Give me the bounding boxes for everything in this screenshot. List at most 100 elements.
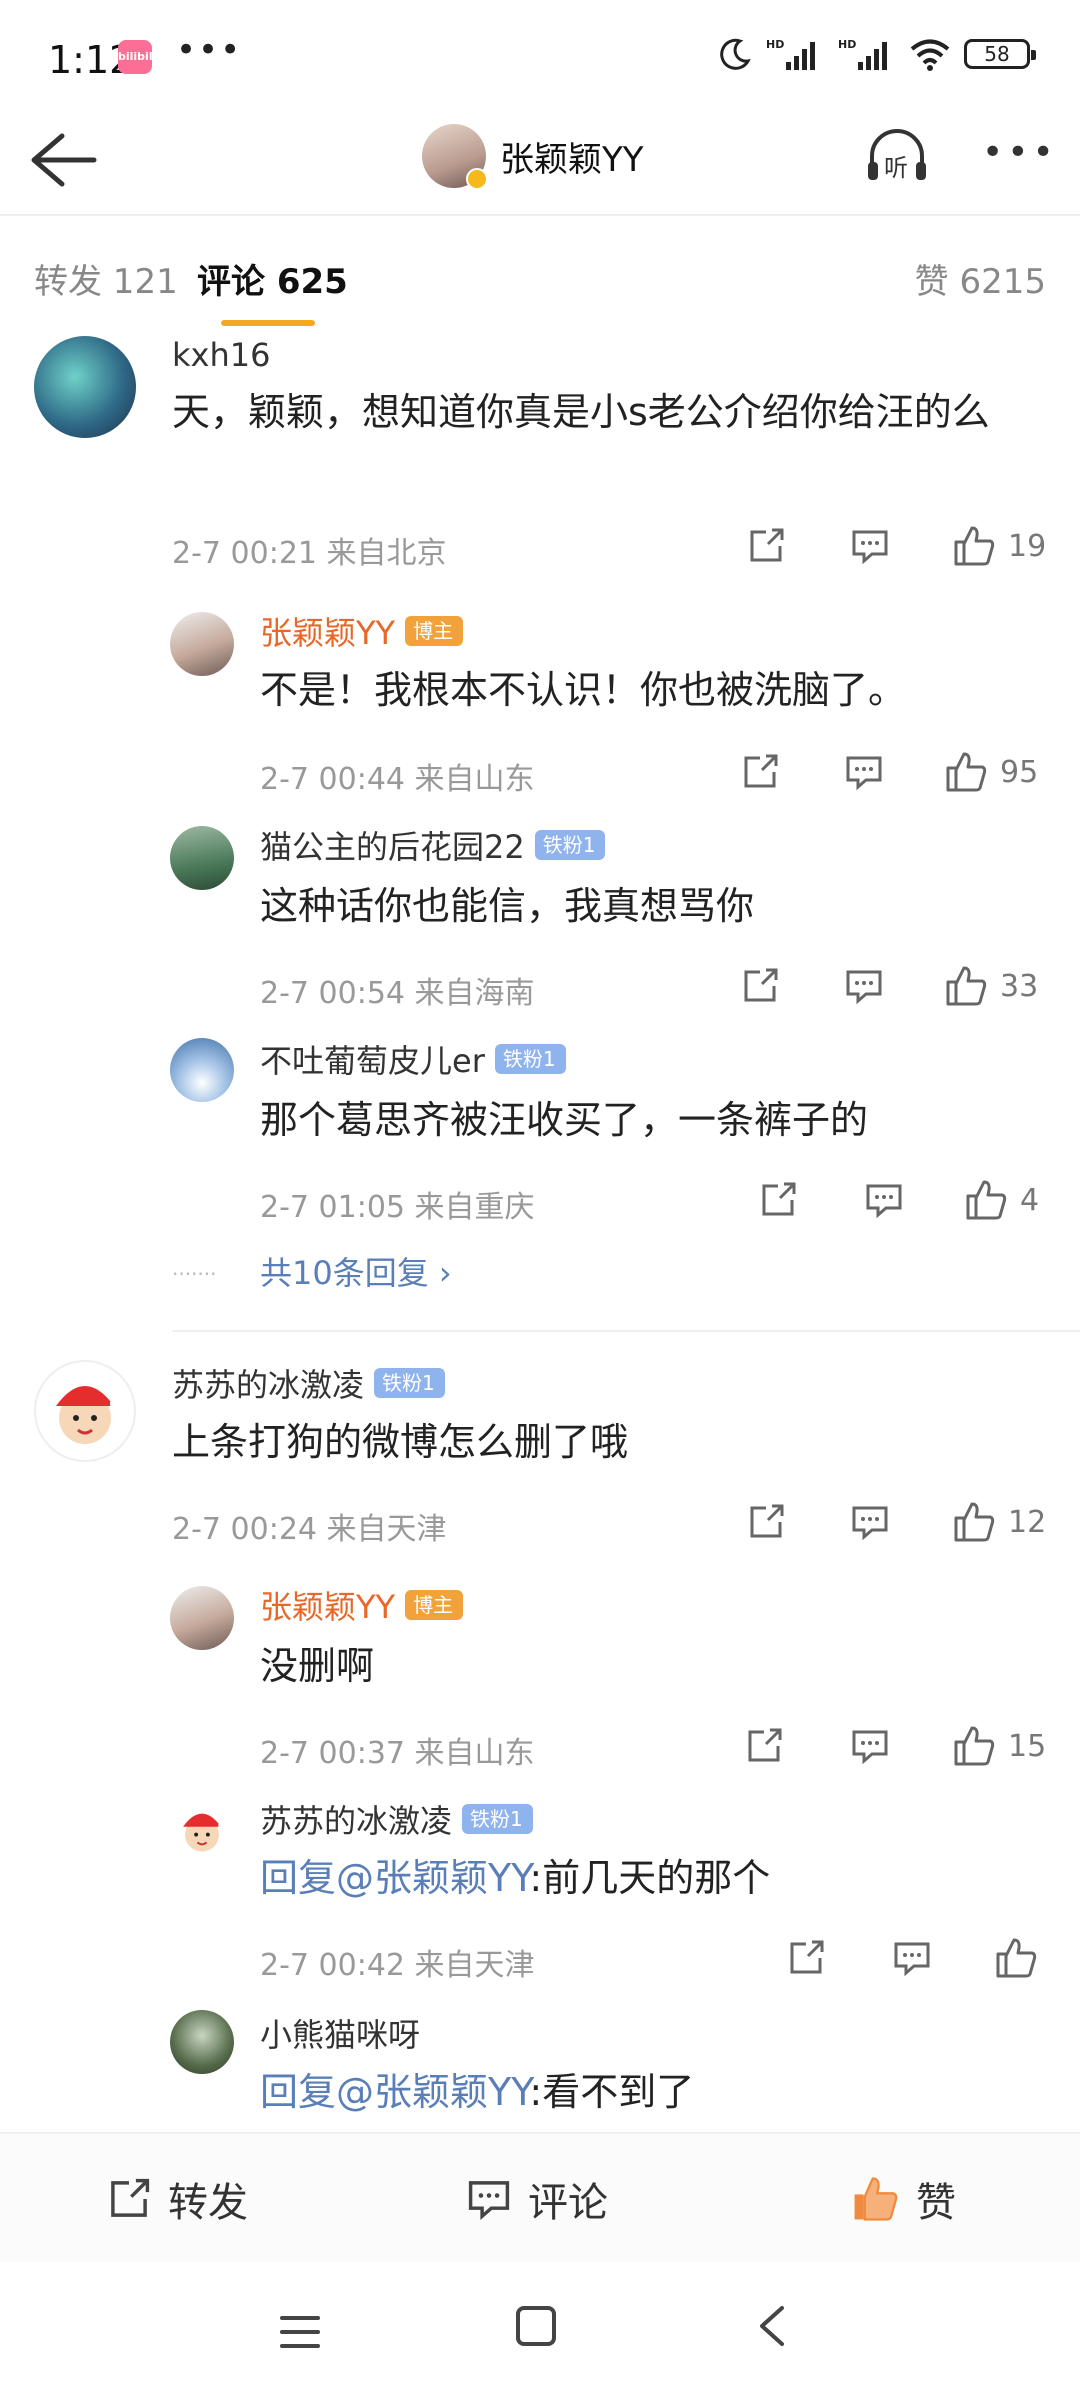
- listen-label: 听: [884, 154, 908, 182]
- mention-link[interactable]: 回复@张颖颖YY: [260, 2070, 529, 2114]
- avatar[interactable]: [170, 826, 234, 890]
- reply-button[interactable]: [850, 1726, 890, 1766]
- comment-icon: [852, 530, 888, 565]
- share-icon: [790, 1940, 824, 1974]
- reply-button[interactable]: [892, 1938, 932, 1978]
- svg-text:HD: HD: [838, 38, 856, 51]
- reply-button[interactable]: [844, 752, 884, 792]
- active-tab-indicator: [221, 320, 315, 326]
- thumbs-up-icon: [966, 1180, 1007, 1220]
- share-button[interactable]: [786, 1938, 826, 1978]
- back-arrow-icon[interactable]: [22, 128, 102, 192]
- reply-button[interactable]: [850, 1502, 890, 1542]
- fan-badge: 铁粉1: [494, 1044, 566, 1074]
- reply-button[interactable]: [864, 1180, 904, 1220]
- fan-badge: 铁粉1: [534, 830, 606, 860]
- repost-label: 转发: [168, 2180, 248, 2226]
- system-nav-bar: [0, 2262, 1080, 2400]
- reply-text: 回复@张颖颖YY:前几天的那个: [260, 1856, 771, 1900]
- like-button[interactable]: 95: [944, 750, 1038, 794]
- reply-text: 没删啊: [260, 1644, 375, 1688]
- like-count: 33: [1000, 968, 1039, 1004]
- share-button[interactable]: [746, 526, 786, 566]
- reply-username[interactable]: 不吐葡萄皮儿er 铁粉1: [260, 1036, 566, 1082]
- moon-icon: [720, 38, 751, 70]
- bottom-action-bar: 转发 评论 赞: [0, 2132, 1080, 2262]
- reply-text: 那个葛思齐被汪收买了，一条裤子的: [260, 1098, 869, 1142]
- like-count: 95: [1000, 754, 1039, 790]
- reply-text: 这种话你也能信，我真想骂你: [260, 884, 755, 928]
- share-icon: [111, 2178, 150, 2217]
- share-button[interactable]: [740, 752, 780, 792]
- reply-username[interactable]: 张颖颖YY 博主: [260, 1582, 464, 1628]
- notification-dots: •••: [176, 30, 243, 70]
- avatar[interactable]: [34, 336, 136, 438]
- share-icon: [748, 1728, 782, 1762]
- author-name: 张颖颖YY: [500, 139, 644, 180]
- avatar[interactable]: [170, 1038, 234, 1102]
- reply-username[interactable]: 小熊猫咪呀: [260, 2010, 420, 2056]
- reply-button[interactable]: [844, 966, 884, 1006]
- thumbs-up-icon: [954, 1726, 995, 1766]
- like-count: 15: [1008, 1728, 1047, 1764]
- avatar[interactable]: [170, 612, 234, 676]
- comment-icon: [846, 756, 882, 791]
- like-button[interactable]: 12: [952, 1500, 1046, 1544]
- share-button[interactable]: [744, 1726, 784, 1766]
- reply-meta: 2-7 00:44 来自山东: [260, 762, 535, 797]
- host-badge: 博主: [405, 616, 464, 646]
- battery-indicator: 58: [964, 39, 1036, 69]
- comment-username[interactable]: 苏苏的冰激凌 铁粉1: [172, 1360, 445, 1406]
- avatar[interactable]: [170, 2010, 234, 2074]
- tab-repost[interactable]: 转发 121: [34, 254, 178, 303]
- tab-comment[interactable]: 评论 625: [197, 254, 348, 303]
- bilibili-icon: bilibili: [118, 40, 156, 74]
- fan-badge: 铁粉1: [462, 1804, 533, 1834]
- view-more-replies-link[interactable]: 共10条回复 ›: [260, 1248, 452, 1294]
- repost-button[interactable]: 转发: [106, 2170, 248, 2228]
- tab-like[interactable]: 赞 6215: [915, 254, 1046, 303]
- more-options-icon[interactable]: •••: [982, 132, 1058, 173]
- avatar[interactable]: [170, 1586, 234, 1650]
- author-header[interactable]: 张颖颖YY: [422, 124, 644, 190]
- reply-meta: 2-7 01:05 来自重庆: [260, 1190, 535, 1225]
- avatar[interactable]: [170, 1798, 234, 1862]
- thumbs-up-icon: [946, 752, 987, 792]
- thumbs-up-icon: [996, 1938, 1037, 1978]
- reply-text: 不是！我根本不认识！你也被洗脑了。: [260, 668, 907, 712]
- svg-text:HD: HD: [766, 38, 784, 51]
- home-square-icon[interactable]: [516, 2306, 556, 2346]
- title-bar: 张颖颖YY 听 •••: [0, 110, 1080, 210]
- avatar[interactable]: [34, 1360, 136, 1462]
- share-button[interactable]: [758, 1180, 798, 1220]
- like-button[interactable]: 15: [952, 1724, 1046, 1768]
- listen-headphones-icon[interactable]: 听: [862, 126, 932, 190]
- comment-button[interactable]: 评论: [466, 2170, 608, 2228]
- like-button[interactable]: 4: [964, 1178, 1039, 1222]
- nav-back-icon[interactable]: [752, 2302, 792, 2350]
- share-button[interactable]: [740, 966, 780, 1006]
- reply-username[interactable]: 苏苏的冰激凌 铁粉1: [260, 1796, 533, 1842]
- like-button[interactable]: 33: [944, 964, 1038, 1008]
- like-post-button[interactable]: 赞: [850, 2170, 956, 2228]
- tab-bar: 转发 121 评论 625 赞 6215: [0, 240, 1080, 330]
- comment-icon: [852, 1730, 888, 1765]
- verified-badge-icon: [466, 168, 488, 190]
- like-button[interactable]: [994, 1936, 1050, 1980]
- mention-link[interactable]: 回复@张颖颖YY: [260, 1856, 529, 1900]
- dotted-leader: ·······: [172, 1262, 217, 1286]
- reply-username[interactable]: 猫公主的后花园22 铁粉1: [260, 822, 606, 868]
- comment-text: 天，颖颖，想知道你真是小s老公介绍你给汪的么: [172, 390, 990, 434]
- like-count: 4: [1020, 1182, 1040, 1218]
- share-button[interactable]: [746, 1502, 786, 1542]
- share-icon: [762, 1182, 796, 1216]
- comment-meta: 2-7 00:24 来自天津: [172, 1512, 447, 1547]
- like-button[interactable]: 19: [952, 524, 1046, 568]
- reply-button[interactable]: [850, 526, 890, 566]
- comment-username[interactable]: kxh16: [172, 336, 270, 374]
- menu-icon[interactable]: [278, 2312, 322, 2352]
- reply-meta: 2-7 00:37 来自山东: [260, 1736, 535, 1771]
- comment-label: 评论: [528, 2180, 608, 2226]
- comment-icon: [894, 1942, 930, 1977]
- reply-username[interactable]: 张颖颖YY 博主: [260, 608, 464, 654]
